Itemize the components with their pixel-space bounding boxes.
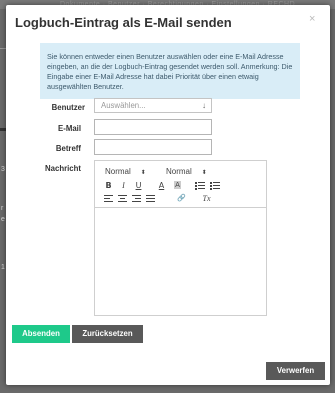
message-label: Nachricht (45, 164, 81, 173)
user-select[interactable]: Auswählen... ↓ (94, 98, 212, 113)
modal-title: Logbuch-Eintrag als E-Mail senden (15, 15, 232, 30)
size-select[interactable]: Normal ⬍ (166, 166, 207, 177)
align-center-icon[interactable] (118, 195, 127, 203)
align-right-icon[interactable] (132, 195, 141, 203)
bullet-list-icon[interactable] (210, 182, 220, 190)
updown-arrow-icon: ⬍ (140, 170, 146, 176)
format-select-value: Normal (105, 167, 131, 176)
editor-toolbar: Normal ⬍ Normal ⬍ B I U A A 🔗 Tx (95, 161, 266, 208)
clear-format-icon[interactable]: Tx (200, 193, 213, 204)
backdrop-fragment: e (1, 216, 5, 223)
subject-field[interactable] (94, 139, 212, 155)
editor-content-area[interactable] (95, 209, 266, 315)
link-icon[interactable]: 🔗 (175, 193, 188, 204)
chevron-down-icon: ↓ (202, 101, 206, 110)
italic-icon[interactable]: I (117, 180, 130, 191)
size-select-value: Normal (166, 167, 192, 176)
updown-arrow-icon: ⬍ (201, 170, 207, 176)
message-editor: Normal ⬍ Normal ⬍ B I U A A 🔗 Tx (94, 160, 267, 316)
user-select-value: Auswählen... (101, 101, 146, 110)
backdrop-fragment: r (1, 205, 4, 212)
backdrop-fragment: 1 (1, 264, 5, 271)
background-color-icon[interactable]: A (171, 180, 184, 191)
send-email-modal: Logbuch-Eintrag als E-Mail senden × Sie … (6, 5, 330, 385)
backdrop-fragment: 3 (1, 166, 5, 173)
format-select[interactable]: Normal ⬍ (105, 166, 146, 177)
subject-label: Betreff (55, 144, 81, 153)
bold-icon[interactable]: B (102, 180, 115, 191)
background-color-glyph: A (174, 181, 181, 189)
close-icon[interactable]: × (309, 13, 315, 25)
user-label: Benutzer (51, 103, 85, 112)
send-button[interactable]: Absenden (12, 325, 70, 343)
email-field[interactable] (94, 119, 212, 135)
font-color-icon[interactable]: A (155, 180, 168, 191)
info-alert: Sie können entweder einen Benutzer auswä… (40, 43, 300, 99)
align-justify-icon[interactable] (146, 195, 155, 203)
reset-button[interactable]: Zurücksetzen (72, 325, 143, 343)
underline-icon[interactable]: U (132, 180, 145, 191)
email-label: E-Mail (58, 124, 81, 133)
ordered-list-icon[interactable] (195, 182, 205, 190)
discard-button[interactable]: Verwerfen (266, 362, 325, 380)
align-left-icon[interactable] (104, 195, 113, 203)
